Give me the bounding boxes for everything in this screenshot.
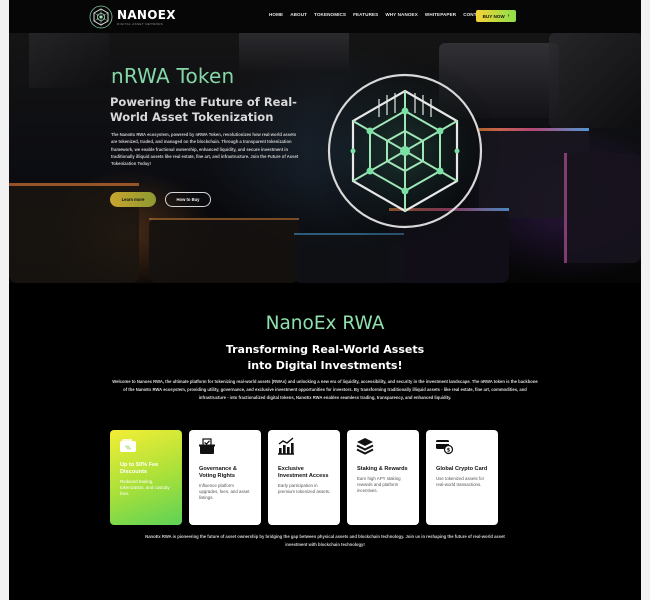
benefit-card-governance[interactable]: Governance & Voting Rights Influence pla… (189, 430, 261, 525)
menu-item-home[interactable]: HOME (269, 12, 283, 17)
hero-background-art (9, 33, 641, 283)
svg-text:$: $ (447, 447, 451, 453)
menu-item-whitepaper[interactable]: WHITEPAPER (425, 12, 456, 17)
buy-now-button[interactable]: BUY NOW › (476, 10, 516, 22)
discount-wallet-icon: % (120, 439, 136, 452)
section-description: Welcome to Nanoex RWA, the ultimate plat… (112, 379, 538, 400)
card-text: Reduced trading, tokenization, and custo… (120, 479, 170, 497)
benefit-card-fee-discounts[interactable]: % Up to 50% Fee Discounts Reduced tradin… (110, 430, 182, 525)
card-text: Influence platform upgrades, fees, and a… (199, 483, 250, 501)
menu-item-about[interactable]: ABOUT (290, 12, 307, 17)
ballot-box-icon (199, 438, 215, 454)
card-text: Earn high APY staking rewards and platfo… (357, 476, 401, 494)
learn-more-button[interactable]: Learn more (110, 192, 156, 207)
brand-name: NANOEX (117, 7, 176, 22)
brand-logo[interactable]: NANOEX DIGITAL ASSET NETWORK (89, 5, 176, 29)
benefit-card-investment-access[interactable]: Exclusive Investment Access Early partic… (268, 430, 340, 525)
hero-description: The NanoEx RWA ecosystem, powered by nRW… (111, 132, 299, 167)
page: NANOEX DIGITAL ASSET NETWORK HOME ABOUT … (9, 0, 641, 600)
svg-text:%: % (125, 446, 131, 452)
how-to-buy-button[interactable]: How to Buy (165, 192, 211, 207)
menu-item-why-nanoex[interactable]: WHY NANOEX (385, 12, 418, 17)
hero-subtitle: Powering the Future of Real-World Asset … (110, 95, 297, 124)
section-subtitle: Transforming Real-World Assets into Digi… (9, 342, 641, 374)
top-navigation: NANOEX DIGITAL ASSET NETWORK HOME ABOUT … (9, 0, 641, 33)
card-title: Exclusive Investment Access (278, 466, 329, 479)
main-menu: HOME ABOUT TOKENOMICS FEATURES WHY NANOE… (269, 12, 486, 17)
hero-title: nRWA Token (111, 64, 235, 88)
closing-statement: NanoEx RWA is pioneering the future of a… (145, 534, 505, 547)
growth-chart-icon (278, 437, 294, 455)
card-title: Governance & Voting Rights (199, 466, 237, 479)
benefit-card-staking[interactable]: Staking & Rewards Earn high APY staking … (347, 430, 419, 525)
card-title: Up to 50% Fee Discounts (120, 462, 159, 475)
benefit-cards: % Up to 50% Fee Discounts Reduced tradin… (110, 430, 498, 525)
nanoex-logo-icon (89, 5, 113, 29)
stacked-coins-icon (356, 438, 374, 455)
card-title: Staking & Rewards (357, 466, 408, 472)
credit-card-icon: $ (436, 440, 454, 455)
section-title: NanoEx RWA (265, 313, 385, 334)
section-subtitle-text: Transforming Real-World Assets into Digi… (225, 343, 425, 372)
card-text: Use tokenized assets for real-world tran… (436, 476, 485, 488)
hero-section: nRWA Token Powering the Future of Real-W… (9, 33, 641, 283)
menu-item-features[interactable]: FEATURES (353, 12, 378, 17)
brand-tagline: DIGITAL ASSET NETWORK (117, 21, 164, 26)
card-text: Early participation in premium tokenized… (278, 483, 331, 495)
arrow-right-icon: › (507, 13, 510, 19)
buy-now-label: BUY NOW (482, 13, 505, 19)
card-title: Global Crypto Card (436, 466, 488, 472)
menu-item-tokenomics[interactable]: TOKENOMICS (314, 12, 346, 17)
benefit-card-crypto-card[interactable]: $ Global Crypto Card Use tokenized asset… (426, 430, 498, 525)
